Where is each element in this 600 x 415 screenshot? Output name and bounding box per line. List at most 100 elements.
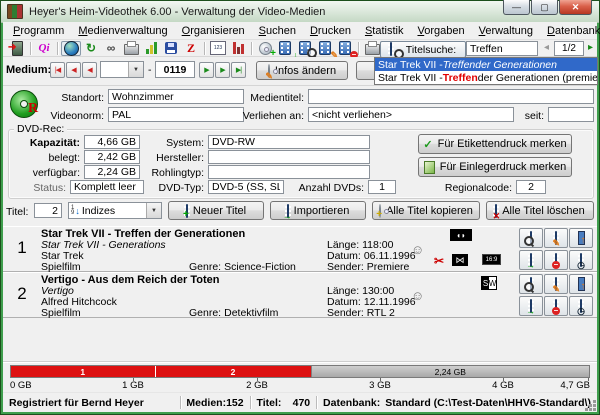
etikettendruck-label: Für Etikettendruck merken [438,138,567,150]
neuer-titel-label: Neuer Titel [193,205,246,217]
title-view-button[interactable] [519,228,543,248]
pager-next-icon[interactable]: ▸ [588,42,593,53]
title-time-button[interactable]: ◷ [569,296,593,316]
title-export-button[interactable]: → [519,296,543,316]
dropdown-item-1[interactable]: Star Trek VII - Treffen der Generationen [375,58,597,71]
bar-chart-icon [146,42,157,54]
hersteller-input[interactable] [208,150,370,164]
refresh-button[interactable]: ↻ [81,41,101,56]
rating-smiley-icon: ☺ [411,242,424,257]
medium-prev-button[interactable]: ◀ [82,62,97,78]
titelsuche-button[interactable]: Titelsuche: [380,41,466,58]
notes-z-icon: Z [187,41,195,56]
medium-next-fast-button[interactable]: ▶ [215,62,230,78]
title-move-button[interactable]: ↑ [569,228,593,248]
titel-count-input[interactable] [34,203,62,218]
title-delete-button[interactable]: – [544,296,568,316]
medium-prev-fast-button[interactable]: ◀ [66,62,81,78]
seit-input[interactable] [548,107,594,122]
menu-item-drucken[interactable]: Drucken [303,23,358,39]
title-add-button[interactable]: ↓ [275,41,295,56]
verliehen-input[interactable] [308,107,514,122]
titel-label: Titel: [6,206,28,218]
infos-aendern-button[interactable]: ✎ Infos ändern [256,61,348,80]
system-input[interactable] [208,135,370,149]
search-button[interactable]: ∞ [101,41,121,56]
medientitel-input[interactable] [308,89,594,104]
statistics-button[interactable] [228,41,248,56]
title-export-button[interactable]: → [519,250,543,270]
title-edit-button[interactable]: ✎ [544,228,568,248]
scale-label-2: 2 GB [237,380,277,391]
maximize-icon: ▢ [540,2,549,13]
minimize-button[interactable]: — [503,0,530,15]
rohlingtyp-input[interactable] [208,165,370,179]
title-time-button[interactable]: ◷ [569,250,593,270]
title-edit-button[interactable]: ✎ [315,41,335,56]
title-row-1[interactable]: 1 Star Trek VII - Treffen der Generation… [3,226,597,272]
medium-add-button[interactable]: + [255,41,275,56]
cd-copy-icon: + [379,205,381,217]
menu-item-verwaltung[interactable]: Verwaltung [472,23,540,39]
globe-icon [64,41,79,56]
menu-item-datenbank[interactable]: Datenbank [540,23,600,39]
sort-combo[interactable]: 19 ↓ Indizes ▼ [68,202,162,219]
menu-item-organisieren[interactable]: Organisieren [175,23,252,39]
regionalcode-input[interactable] [516,180,546,194]
title-view-button[interactable] [519,274,543,294]
film-view-icon [530,232,532,244]
alle-titel-loeschen-button[interactable]: ✕ Alle Titel löschen [486,201,594,220]
calculator-button[interactable]: 123 [208,41,228,56]
importieren-button[interactable]: → Importieren [270,201,366,220]
title-move-button[interactable]: ↑ [569,274,593,294]
exit-button[interactable]: ➔ [7,41,27,56]
pager-prev-icon[interactable]: ◂ [544,42,549,53]
menu-item-statistik[interactable]: Statistik [358,23,411,39]
toolbar-separator [30,42,31,55]
dvdtyp-input[interactable] [208,180,284,194]
titelsuche-label: Titelsuche: [406,44,456,56]
title-delete-button[interactable]: – [544,250,568,270]
quickinfo-button[interactable]: Qi [34,41,54,56]
title-delete-button[interactable]: – [335,41,355,56]
title-edit-button[interactable]: ✎ [544,274,568,294]
medium-combo[interactable]: ▼ [100,61,144,78]
print-button[interactable] [121,41,141,56]
notes-button[interactable]: Z [181,41,201,56]
menu-item-programm[interactable]: Programm [6,23,71,39]
scale-label-1: 1 GB [113,380,153,391]
cut-scene-badge: ✂ [434,254,444,268]
print-preview-button[interactable] [362,41,382,56]
toolbar-separator [57,42,58,55]
alle-titel-loeschen-label: Alle Titel löschen [502,205,585,217]
close-button[interactable]: ✕ [559,0,592,15]
titelsuche-input[interactable] [466,41,538,56]
menu-item-vorgaben[interactable]: Vorgaben [410,23,471,39]
title-view-button[interactable] [295,41,315,56]
save-button[interactable] [161,41,181,56]
medium-first-button[interactable]: |◀ [50,62,65,78]
menu-item-medienverwaltung[interactable]: Medienverwaltung [71,23,174,39]
maximize-button[interactable]: ▢ [531,0,558,15]
einlegerdruck-label: Für Einlegerdruck merken [440,161,567,173]
status-label: Status: [8,182,66,194]
einlegerdruck-button[interactable]: Für Einlegerdruck merken [418,157,572,177]
status-bar: Registriert für Bernd Heyer Medien:152 T… [3,392,597,412]
etikettendruck-button[interactable]: ✓ Für Etikettendruck merken [418,134,572,154]
resize-grip[interactable] [593,408,596,411]
alle-titel-kopieren-button[interactable]: + Alle Titel kopieren [372,201,480,220]
regionalcode-label: Regionalcode: [436,182,512,194]
standort-input[interactable] [108,89,244,104]
neuer-titel-button[interactable]: + Neuer Titel [168,201,264,220]
menu-item-suchen[interactable]: Suchen [252,23,303,39]
overview-button[interactable] [61,41,81,56]
dropdown-item-2[interactable]: Star Trek VII - Treffen der Generationen… [375,71,597,84]
check-icon: ✓ [423,138,432,151]
title-row-2[interactable]: 2 Vertigo - Aus dem Reich der Toten Vert… [3,272,597,318]
medium-last-button[interactable]: ▶| [231,62,246,78]
medium-number-input[interactable] [155,61,195,78]
medium-next-button[interactable]: ▶ [199,62,214,78]
chart-button[interactable] [141,41,161,56]
anzahl-dvds-input[interactable] [368,180,396,194]
medium-label: Medium: [6,64,51,76]
